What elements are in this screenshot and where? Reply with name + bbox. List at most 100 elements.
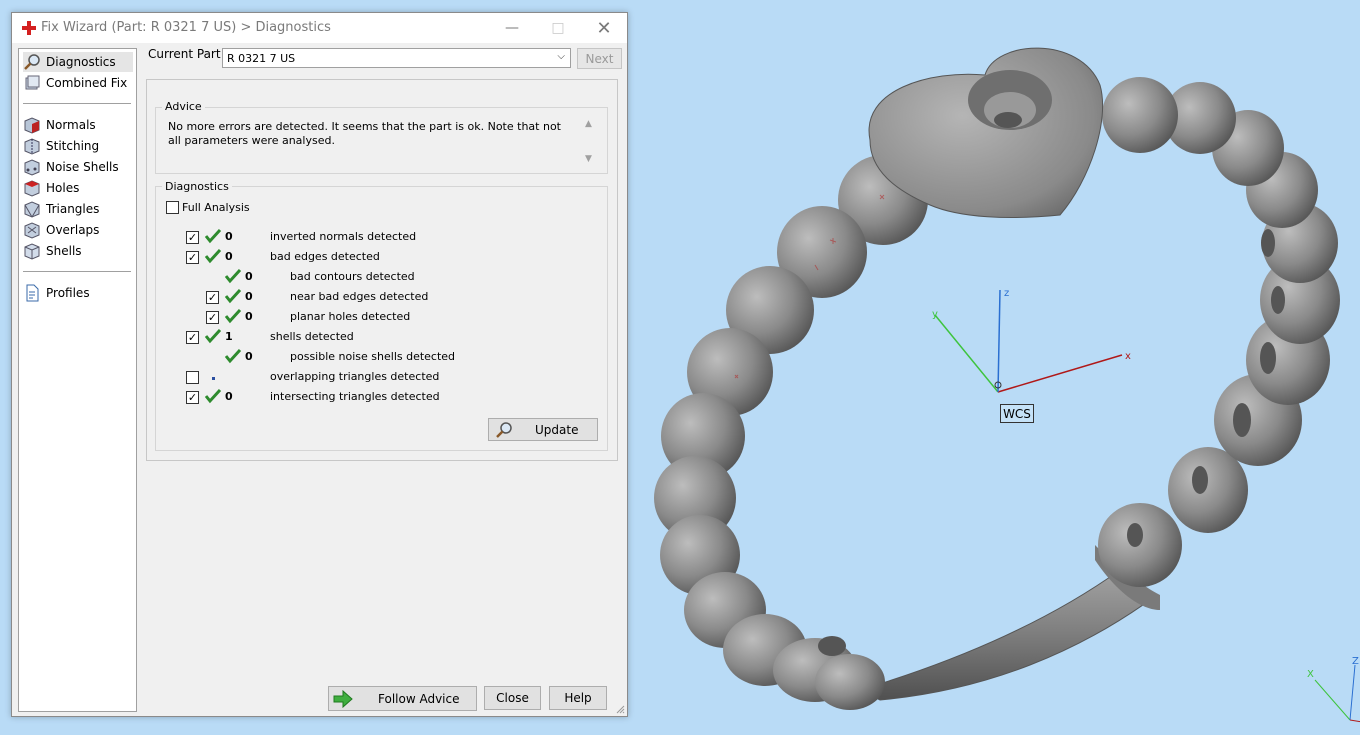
row-count: 0 — [245, 290, 253, 303]
magnifier-icon — [24, 54, 40, 70]
magnifier-icon — [496, 422, 512, 438]
row-checkbox[interactable]: ✓ — [206, 311, 219, 324]
nav-item-label: Noise Shells — [46, 160, 119, 174]
wizard-nav: Diagnostics Combined Fix Normals Stitchi… — [18, 48, 137, 712]
close-icon: ✕ — [596, 17, 612, 39]
fix-wizard-dialog: Fix Wizard (Part: R 0321 7 US) > Diagnos… — [11, 12, 628, 717]
nav-item-combined-fix[interactable]: Combined Fix — [23, 73, 133, 93]
nav-item-label: Normals — [46, 118, 96, 132]
check-icon — [205, 248, 221, 264]
follow-advice-label: Follow Advice — [378, 692, 460, 706]
help-button[interactable]: Help — [549, 686, 607, 710]
current-part-label: Current Part: — [148, 47, 225, 61]
row-count: 0 — [225, 390, 233, 403]
next-button[interactable]: Next — [577, 48, 622, 69]
window-title: Fix Wizard (Part: R 0321 7 US) > Diagnos… — [41, 20, 331, 35]
row-checkbox[interactable]: ✓ — [186, 251, 199, 264]
not-analysed-dot-icon — [212, 377, 215, 380]
nav-item-normals[interactable]: Normals — [23, 115, 133, 135]
nav-divider — [23, 103, 131, 104]
axis-z-label: z — [1004, 288, 1010, 299]
noise-shells-cube-icon — [24, 159, 40, 176]
holes-cube-icon — [24, 180, 40, 197]
current-part-value: R 0321 7 US — [227, 52, 296, 65]
nav-item-label: Stitching — [46, 139, 100, 153]
triangles-cube-icon — [24, 201, 40, 218]
row-label: inverted normals detected — [270, 230, 417, 243]
red-cross-logo-icon — [22, 21, 36, 35]
nav-item-label: Holes — [46, 181, 80, 195]
row-checkbox[interactable]: ✓ — [206, 291, 219, 304]
wcs-label: WCS — [1000, 404, 1034, 423]
nav-divider — [23, 271, 131, 272]
follow-advice-button[interactable]: Follow Advice — [328, 686, 477, 711]
corner-axis-x-label: X — [1307, 669, 1314, 680]
ring-left-beads — [654, 155, 928, 710]
nav-item-label: Triangles — [46, 202, 100, 216]
row-checkbox[interactable]: ✓ — [186, 231, 199, 244]
nav-item-diagnostics[interactable]: Diagnostics — [23, 52, 133, 72]
corner-axis-z-label: Z — [1352, 656, 1359, 667]
update-button[interactable]: Update — [488, 418, 598, 441]
close-button[interactable]: Close — [484, 686, 541, 710]
row-label: intersecting triangles detected — [270, 390, 440, 403]
row-count: 0 — [225, 250, 233, 263]
nav-item-stitching[interactable]: Stitching — [23, 136, 133, 156]
nav-item-label: Overlaps — [46, 223, 100, 237]
row-label: bad edges detected — [270, 250, 380, 263]
minimize-button[interactable]: — — [489, 13, 535, 43]
check-icon — [225, 268, 241, 284]
wcs-axes — [934, 289, 1123, 393]
nav-item-profiles[interactable]: Profiles — [23, 283, 133, 303]
minimize-icon: — — [505, 20, 519, 36]
check-icon — [225, 348, 241, 364]
current-part-select[interactable]: R 0321 7 US ⌵ — [222, 48, 571, 68]
diagnostics-title: Diagnostics — [162, 180, 232, 193]
row-label: bad contours detected — [290, 270, 415, 283]
green-arrow-icon — [333, 690, 353, 708]
scroll-down-icon[interactable]: ▼ — [585, 154, 592, 164]
check-icon — [205, 388, 221, 404]
row-label: near bad edges detected — [290, 290, 429, 303]
advice-text: No more errors are detected. It seems th… — [168, 120, 561, 147]
corner-axes — [1314, 664, 1360, 723]
resize-grip-icon[interactable] — [615, 704, 625, 714]
nav-item-triangles[interactable]: Triangles — [23, 199, 133, 219]
axis-y-label: y — [932, 309, 938, 320]
full-analysis-checkbox[interactable] — [166, 201, 179, 214]
row-checkbox[interactable] — [186, 371, 199, 384]
axis-x-label: x — [1125, 351, 1131, 362]
nav-item-shells[interactable]: Shells — [23, 241, 133, 261]
ring-right-beads — [1098, 77, 1340, 587]
check-icon — [225, 308, 241, 324]
row-label: shells detected — [270, 330, 354, 343]
shells-cube-icon — [24, 243, 40, 260]
full-analysis-label: Full Analysis — [182, 201, 250, 214]
check-icon — [205, 328, 221, 344]
nav-item-holes[interactable]: Holes — [23, 178, 133, 198]
check-icon — [225, 288, 241, 304]
scroll-up-icon[interactable]: ▲ — [585, 119, 592, 129]
close-window-button[interactable]: ✕ — [581, 13, 627, 43]
row-count: 0 — [245, 350, 253, 363]
row-count: 0 — [225, 230, 233, 243]
nav-item-noise-shells[interactable]: Noise Shells — [23, 157, 133, 177]
row-checkbox[interactable]: ✓ — [186, 391, 199, 404]
overlaps-cube-icon — [24, 222, 40, 239]
row-count: 1 — [225, 330, 233, 343]
document-icon — [26, 284, 39, 302]
advice-title: Advice — [162, 100, 205, 113]
normals-cube-icon — [24, 117, 40, 134]
combined-fix-icon — [25, 75, 40, 90]
stitching-cube-icon — [24, 138, 40, 155]
advice-scrollbar[interactable]: ▲ ▼ — [583, 119, 597, 167]
row-label: overlapping triangles detected — [270, 370, 440, 383]
row-label: planar holes detected — [290, 310, 411, 323]
update-label: Update — [535, 423, 579, 437]
title-bar[interactable]: Fix Wizard (Part: R 0321 7 US) > Diagnos… — [12, 13, 627, 43]
row-count: 0 — [245, 270, 253, 283]
nav-item-overlaps[interactable]: Overlaps — [23, 220, 133, 240]
nav-item-label: Profiles — [46, 286, 90, 300]
maximize-button[interactable]: □ — [535, 13, 581, 43]
row-checkbox[interactable]: ✓ — [186, 331, 199, 344]
